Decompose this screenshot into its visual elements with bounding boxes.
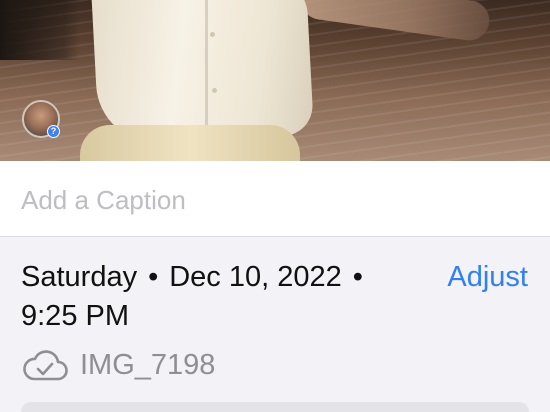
date-line: Saturday • Dec 10, 2022 • xyxy=(21,261,374,294)
photo-shirt-placket xyxy=(205,0,208,135)
photo-pants xyxy=(80,125,300,161)
shirt-button xyxy=(210,32,215,37)
photo-shirt xyxy=(90,0,315,146)
caption-row xyxy=(0,161,550,237)
cloud-check-icon xyxy=(23,350,68,381)
adjust-button[interactable]: Adjust xyxy=(447,261,528,294)
filename: IMG_7198 xyxy=(80,348,216,381)
metadata-card[interactable] xyxy=(21,402,529,412)
photo-info-screen: ? Saturday • Dec 10, 2022 • 9:25 PM Adjust … xyxy=(0,0,550,412)
file-row: IMG_7198 xyxy=(22,345,215,385)
unknown-person-badge: ? xyxy=(47,125,60,138)
date-label: Dec 10, 2022 xyxy=(169,261,342,293)
photo-preview[interactable] xyxy=(0,0,550,161)
day-label: Saturday xyxy=(21,261,138,293)
photo-info-panel: Saturday • Dec 10, 2022 • 9:25 PM Adjust IM… xyxy=(0,237,550,412)
separator: • xyxy=(148,261,159,293)
photo-shadow xyxy=(0,0,80,60)
caption-input[interactable] xyxy=(21,183,521,217)
shirt-button xyxy=(212,88,217,93)
time-label: 9:25 PM xyxy=(21,300,129,332)
separator: • xyxy=(352,261,363,293)
